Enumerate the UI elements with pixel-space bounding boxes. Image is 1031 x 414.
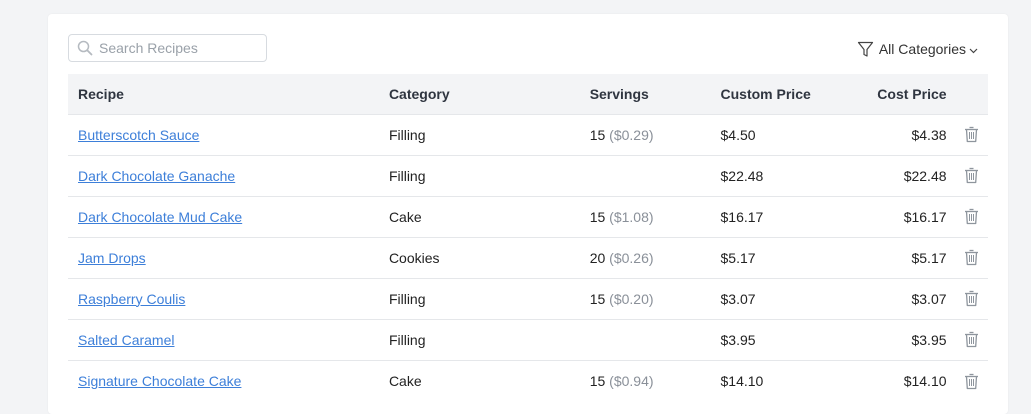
- table-row: Dark Chocolate Ganache Filling $22.48 $22.…: [68, 155, 988, 196]
- custom-price-cell: $3.07: [720, 290, 756, 307]
- recipe-link[interactable]: Jam Drops: [78, 250, 146, 266]
- delete-cell: [955, 237, 988, 278]
- cost-price-cell: $22.48: [903, 167, 947, 184]
- table-row: Butterscotch Sauce Filling 15 ($0.29) $4.50…: [68, 114, 988, 155]
- recipe-cell: Signature Chocolate Cake: [68, 360, 389, 401]
- recipe-link[interactable]: Butterscotch Sauce: [78, 127, 199, 143]
- custom-price-cell: $4.50: [720, 126, 756, 143]
- search-box[interactable]: [68, 34, 267, 62]
- custom-price-cell: $22.48: [720, 167, 764, 184]
- category-filter-label: All Categories: [878, 41, 966, 57]
- servings-cell: 15 ($0.20): [590, 278, 721, 319]
- servings-count: 15: [589, 372, 606, 389]
- servings-cell: [590, 319, 721, 360]
- recipe-cell: Dark Chocolate Mud Cake: [68, 196, 389, 237]
- custom-price-cell: $5.17: [720, 249, 756, 266]
- category-cell: Filling: [388, 167, 426, 184]
- recipe-link[interactable]: Raspberry Coulis: [78, 291, 185, 307]
- cost-price-cell: $3.95: [911, 331, 947, 348]
- chevron-down-icon: [969, 46, 978, 55]
- trash-icon[interactable]: [964, 249, 979, 266]
- category-filter-dropdown[interactable]: All Categories: [857, 38, 978, 60]
- cost-price-cell: $4.38: [911, 126, 947, 143]
- recipe-cell: Butterscotch Sauce: [68, 114, 389, 155]
- category-cell: Cake: [388, 372, 422, 389]
- servings-cell: 15 ($1.08): [590, 196, 721, 237]
- funnel-icon: [857, 41, 874, 58]
- delete-cell: [955, 155, 988, 196]
- trash-icon[interactable]: [964, 373, 979, 390]
- servings-cell: 15 ($0.29): [590, 114, 721, 155]
- search-input[interactable]: [99, 40, 259, 56]
- trash-icon[interactable]: [964, 167, 979, 184]
- category-cell: Filling: [388, 331, 426, 348]
- table-row: Signature Chocolate Cake Cake 15 ($0.94) $1…: [68, 360, 988, 401]
- delete-cell: [955, 319, 988, 360]
- cost-price-cell: $3.07: [911, 290, 947, 307]
- recipe-cell: Dark Chocolate Ganache: [68, 155, 389, 196]
- column-header-servings[interactable]: Servings: [590, 74, 721, 114]
- recipes-card: All Categories Recipe Category Servings …: [48, 14, 1008, 414]
- recipes-table: Recipe Category Servings Custom Price Co…: [68, 74, 988, 401]
- column-header-custom-price[interactable]: Custom Price: [721, 74, 858, 114]
- category-cell: Cookies: [388, 249, 440, 266]
- recipe-cell: Jam Drops: [68, 237, 389, 278]
- delete-cell: [955, 114, 988, 155]
- category-cell: Filling: [388, 290, 426, 307]
- table-row: Raspberry Coulis Filling 15 ($0.20) $3.07 $3…: [68, 278, 988, 319]
- custom-price-cell: $16.17: [720, 208, 764, 225]
- delete-cell: [955, 196, 988, 237]
- column-header-category[interactable]: Category: [389, 74, 590, 114]
- category-cell: Filling: [388, 126, 426, 143]
- cost-per-serving: ($0.94): [609, 372, 654, 389]
- category-cell: Cake: [388, 208, 422, 225]
- cost-price-cell: $5.17: [911, 249, 947, 266]
- cost-price-cell: $14.10: [903, 372, 947, 389]
- column-header-cost-price[interactable]: Cost Price: [858, 74, 955, 114]
- delete-cell: [955, 278, 988, 319]
- trash-icon[interactable]: [964, 208, 979, 225]
- servings-cell: 20 ($0.26): [590, 237, 721, 278]
- table-header-row: Recipe Category Servings Custom Price Co…: [68, 74, 988, 114]
- servings-cell: [590, 155, 721, 196]
- cost-per-serving: ($0.29): [609, 126, 654, 143]
- trash-icon[interactable]: [964, 290, 979, 307]
- trash-icon[interactable]: [964, 331, 979, 348]
- column-header-actions: [955, 74, 988, 114]
- search-icon: [77, 40, 93, 56]
- cost-per-serving: ($0.26): [609, 249, 654, 266]
- delete-cell: [955, 360, 988, 401]
- column-header-recipe[interactable]: Recipe: [68, 74, 389, 114]
- table-row: Jam Drops Cookies 20 ($0.26) $5.17 $5.17: [68, 237, 988, 278]
- custom-price-cell: $3.95: [720, 331, 756, 348]
- servings-count: 15: [589, 126, 606, 143]
- servings-count: 20: [589, 249, 606, 266]
- recipe-cell: Salted Caramel: [68, 319, 389, 360]
- cost-per-serving: ($0.20): [609, 290, 654, 307]
- table-row: Salted Caramel Filling $3.95 $3.95: [68, 319, 988, 360]
- table-row: Dark Chocolate Mud Cake Cake 15 ($1.08) $16…: [68, 196, 988, 237]
- recipe-link[interactable]: Signature Chocolate Cake: [78, 373, 241, 389]
- servings-count: 15: [589, 208, 606, 225]
- trash-icon[interactable]: [964, 126, 979, 143]
- recipe-link[interactable]: Salted Caramel: [78, 332, 175, 348]
- cost-price-cell: $16.17: [903, 208, 947, 225]
- servings-cell: 15 ($0.94): [590, 360, 721, 401]
- recipe-cell: Raspberry Coulis: [68, 278, 389, 319]
- recipe-link[interactable]: Dark Chocolate Ganache: [78, 168, 235, 184]
- servings-count: 15: [589, 290, 606, 307]
- recipe-link[interactable]: Dark Chocolate Mud Cake: [78, 209, 242, 225]
- cost-per-serving: ($1.08): [609, 208, 654, 225]
- custom-price-cell: $14.10: [720, 372, 764, 389]
